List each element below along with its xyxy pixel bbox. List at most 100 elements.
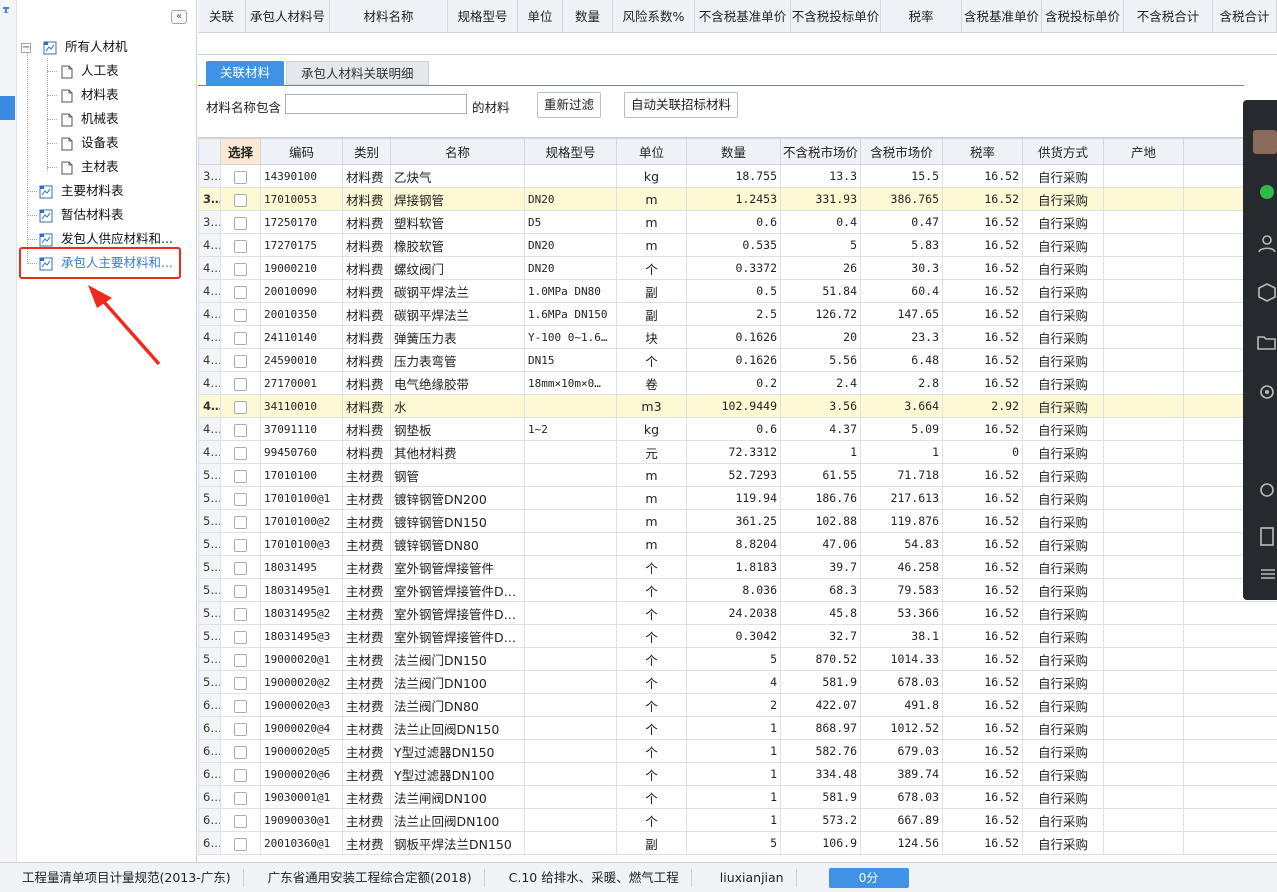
select-checkbox[interactable] <box>234 446 247 460</box>
supply-method-cell[interactable]: 自行采购 <box>1022 279 1104 303</box>
name-cell[interactable]: 钢管 <box>390 463 525 487</box>
manufacturer-cell[interactable] <box>1183 831 1277 855</box>
market-price-incl-tax-cell[interactable]: 491.8 <box>860 693 943 717</box>
supply-method-cell[interactable]: 自行采购 <box>1022 762 1104 786</box>
market-price-incl-tax-cell[interactable]: 46.258 <box>860 555 943 579</box>
select-cell[interactable] <box>220 302 261 326</box>
market-price-incl-tax-cell[interactable]: 2.8 <box>860 371 943 395</box>
category-cell[interactable]: 主材费 <box>342 762 391 786</box>
select-checkbox[interactable] <box>234 285 247 299</box>
menu-icon[interactable] <box>1253 562 1277 586</box>
unit-cell[interactable]: 副 <box>616 279 687 303</box>
quantity-cell[interactable]: 2 <box>686 693 781 717</box>
code-cell[interactable]: 19090030@1 <box>260 808 343 832</box>
select-checkbox[interactable] <box>234 170 247 184</box>
manufacturer-cell[interactable] <box>1183 785 1277 809</box>
origin-cell[interactable] <box>1103 509 1184 533</box>
tax-rate-cell[interactable]: 16.52 <box>942 417 1023 441</box>
category-cell[interactable]: 主材费 <box>342 486 391 510</box>
supply-method-cell[interactable]: 自行采购 <box>1022 302 1104 326</box>
quantity-cell[interactable]: 0.1626 <box>686 325 781 349</box>
select-checkbox[interactable] <box>234 515 247 529</box>
origin-cell[interactable] <box>1103 785 1184 809</box>
column-header[interactable]: 含税合计 <box>1213 0 1277 32</box>
code-cell[interactable]: 14390100 <box>260 164 343 188</box>
code-cell[interactable]: 34110010 <box>260 394 343 418</box>
market-price-excl-tax-cell[interactable]: 334.48 <box>780 762 861 786</box>
name-cell[interactable]: 塑料软管 <box>390 210 525 234</box>
code-cell[interactable]: 18031495@1 <box>260 578 343 602</box>
spec-cell[interactable]: Y-100 0~1.6MPa <box>524 325 617 349</box>
quantity-cell[interactable]: 102.9449 <box>686 394 781 418</box>
origin-cell[interactable] <box>1103 693 1184 717</box>
unit-cell[interactable]: 卷 <box>616 371 687 395</box>
market-price-incl-tax-cell[interactable]: 38.1 <box>860 624 943 648</box>
market-price-excl-tax-cell[interactable]: 331.93 <box>780 187 861 211</box>
quantity-cell[interactable]: 1.8183 <box>686 555 781 579</box>
quantity-cell[interactable]: 1 <box>686 739 781 763</box>
spec-cell[interactable] <box>524 555 617 579</box>
market-price-excl-tax-cell[interactable]: 5 <box>780 233 861 257</box>
category-cell[interactable]: 主材费 <box>342 555 391 579</box>
table-row[interactable]: 52 17010100@2 主材费 镀锌钢管DN150 m 361.25 102.88 119… <box>198 509 1277 533</box>
origin-cell[interactable] <box>1103 164 1184 188</box>
tax-rate-cell[interactable]: 16.52 <box>942 233 1023 257</box>
spec-cell[interactable]: D5 <box>524 210 617 234</box>
manufacturer-cell[interactable] <box>1183 808 1277 832</box>
name-cell[interactable]: 法兰阀门DN100 <box>390 670 525 694</box>
select-cell[interactable] <box>220 762 261 786</box>
quantity-cell[interactable]: 8.8204 <box>686 532 781 556</box>
unit-cell[interactable]: m <box>616 187 687 211</box>
origin-cell[interactable] <box>1103 371 1184 395</box>
spec-cell[interactable] <box>524 624 617 648</box>
tax-rate-cell[interactable]: 16.52 <box>942 785 1023 809</box>
tab-contractor-link-details[interactable]: 承包人材料关联明细 <box>286 61 429 85</box>
select-checkbox[interactable] <box>234 699 247 713</box>
select-checkbox[interactable] <box>234 630 247 644</box>
unit-cell[interactable]: 个 <box>616 555 687 579</box>
select-checkbox[interactable] <box>234 400 247 414</box>
name-cell[interactable]: 碳钢平焊法兰 <box>390 279 525 303</box>
code-cell[interactable]: 19000020@5 <box>260 739 343 763</box>
unit-cell[interactable]: 个 <box>616 739 687 763</box>
origin-cell[interactable] <box>1103 532 1184 556</box>
quantity-cell[interactable]: 0.5 <box>686 279 781 303</box>
market-price-excl-tax-cell[interactable]: 13.3 <box>780 164 861 188</box>
spec-cell[interactable] <box>524 486 617 510</box>
name-cell[interactable]: 法兰阀门DN80 <box>390 693 525 717</box>
link-icon[interactable] <box>1253 478 1277 502</box>
unit-cell[interactable]: 个 <box>616 762 687 786</box>
code-cell[interactable]: 18031495 <box>260 555 343 579</box>
column-header[interactable]: 关联 <box>198 0 246 32</box>
spec-cell[interactable] <box>524 647 617 671</box>
select-checkbox[interactable] <box>234 308 247 322</box>
select-checkbox[interactable] <box>234 584 247 598</box>
tree-node-machinery[interactable]: 机械表 <box>61 109 119 129</box>
table-row[interactable]: 46 27170001 材料费 电气绝缘胶带 18mm×10m×0… 卷 0.2 2.4 2.8… <box>198 371 1277 395</box>
market-price-incl-tax-cell[interactable]: 71.718 <box>860 463 943 487</box>
code-cell[interactable]: 37091110 <box>260 417 343 441</box>
origin-cell[interactable] <box>1103 670 1184 694</box>
supply-method-cell[interactable]: 自行采购 <box>1022 624 1104 648</box>
tree-node-provisional[interactable]: 暂估材料表 <box>39 205 124 225</box>
linked-materials-grid[interactable]: 关联 承包人材料号 材料名称 规格型号 单位 数量 风险系数% 不含税基准单价 … <box>198 0 1277 55</box>
avatar[interactable] <box>1253 130 1277 154</box>
quantity-cell[interactable]: 0.535 <box>686 233 781 257</box>
market-price-excl-tax-cell[interactable]: 102.88 <box>780 509 861 533</box>
origin-cell[interactable] <box>1103 256 1184 280</box>
tree-node-owner-supplied[interactable]: 发包人供应材料和... <box>39 229 173 249</box>
name-cell[interactable]: 螺纹阀门 <box>390 256 525 280</box>
manufacturer-cell[interactable] <box>1183 647 1277 671</box>
unit-cell[interactable]: 个 <box>616 808 687 832</box>
code-cell[interactable]: 17010053 <box>260 187 343 211</box>
market-price-excl-tax-cell[interactable]: 4.37 <box>780 417 861 441</box>
unit-cell[interactable]: 个 <box>616 670 687 694</box>
category-cell[interactable]: 材料费 <box>342 302 391 326</box>
select-cell[interactable] <box>220 532 261 556</box>
name-cell[interactable]: 压力表弯管 <box>390 348 525 372</box>
market-price-incl-tax-cell[interactable]: 1012.52 <box>860 716 943 740</box>
tree-node-material[interactable]: 材料表 <box>61 85 119 105</box>
column-header[interactable]: 不含税基准单价 <box>695 0 791 32</box>
category-cell[interactable]: 主材费 <box>342 808 391 832</box>
select-checkbox[interactable] <box>234 814 247 828</box>
